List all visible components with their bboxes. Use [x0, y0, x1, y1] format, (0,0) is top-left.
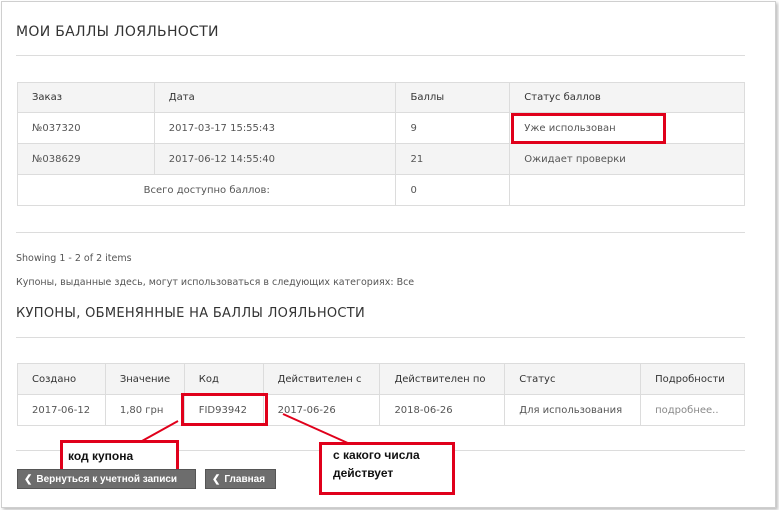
col-value: Значение [104, 363, 185, 395]
divider [16, 337, 745, 338]
col-created: Создано [17, 363, 106, 395]
col-valid-from: Действителен с [262, 363, 381, 395]
total-row: Всего доступно баллов: 0 [16, 174, 745, 206]
coupon-valid-from: 2017-06-26 [262, 394, 381, 426]
coupons-title: КУПОНЫ, ОБМЕНЯННЫЕ НА БАЛЛЫ ЛОЯЛЬНОСТИ [16, 306, 366, 321]
pager-summary: Showing 1 - 2 of 2 items [16, 253, 132, 264]
col-code: Код [183, 363, 264, 395]
total-value: 0 [395, 174, 511, 206]
coupons-note: Купоны, выданные здесь, могут использова… [16, 277, 415, 288]
col-status: Статус баллов [509, 82, 745, 113]
divider [16, 55, 745, 56]
status-highlight-box [511, 113, 666, 144]
coupon-valid-to: 2018-06-26 [379, 394, 506, 426]
coupons-table: Создано Значение Код Действителен с Дейс… [17, 363, 745, 426]
table-row: 2017-06-12 1,80 грн FID93942 2017-06-26 … [17, 394, 745, 426]
annotation-coupon-code: код купона [68, 449, 134, 463]
points-status: Ожидает проверки [509, 143, 745, 175]
order-number: №038629 [17, 143, 155, 175]
back-button-label: Вернуться к учетной записи [36, 474, 178, 485]
order-date: 2017-03-17 15:55:43 [153, 112, 397, 144]
total-empty [509, 174, 745, 206]
order-points: 9 [395, 112, 511, 144]
annotation-valid-from-line2: действует [333, 466, 394, 480]
code-highlight-box [181, 393, 268, 426]
coupon-created: 2017-06-12 [17, 394, 106, 426]
col-valid-to: Действителен по [379, 363, 506, 395]
col-order: Заказ [17, 82, 155, 113]
col-status: Статус [504, 363, 642, 395]
total-label: Всего доступно баллов: [16, 174, 397, 206]
coupon-value: 1,80 грн [104, 394, 185, 426]
col-points: Баллы [395, 82, 511, 113]
order-points: 21 [395, 143, 511, 175]
col-details: Подробности [640, 363, 745, 395]
loyalty-title: МОИ БАЛЛЫ ЛОЯЛЬНОСТИ [16, 24, 219, 40]
coupon-status: Для использования [504, 394, 642, 426]
back-to-account-button[interactable]: ❮ Вернуться к учетной записи [17, 469, 196, 489]
divider [16, 232, 745, 233]
order-number: №037320 [17, 112, 155, 144]
home-button[interactable]: ❮ Главная [205, 469, 276, 489]
home-button-label: Главная [224, 474, 266, 485]
loyalty-table: Заказ Дата Баллы Статус баллов №037320 2… [16, 82, 745, 206]
col-date: Дата [153, 82, 397, 113]
annotation-valid-from-line1: с какого числа [333, 448, 420, 462]
table-row: №038629 2017-06-12 14:55:40 21 Ожидает п… [17, 143, 745, 175]
chevron-left-icon: ❮ [24, 474, 33, 485]
coupon-details-link[interactable]: подробнее.. [640, 394, 745, 426]
order-date: 2017-06-12 14:55:40 [153, 143, 397, 175]
chevron-left-icon: ❮ [212, 474, 221, 485]
